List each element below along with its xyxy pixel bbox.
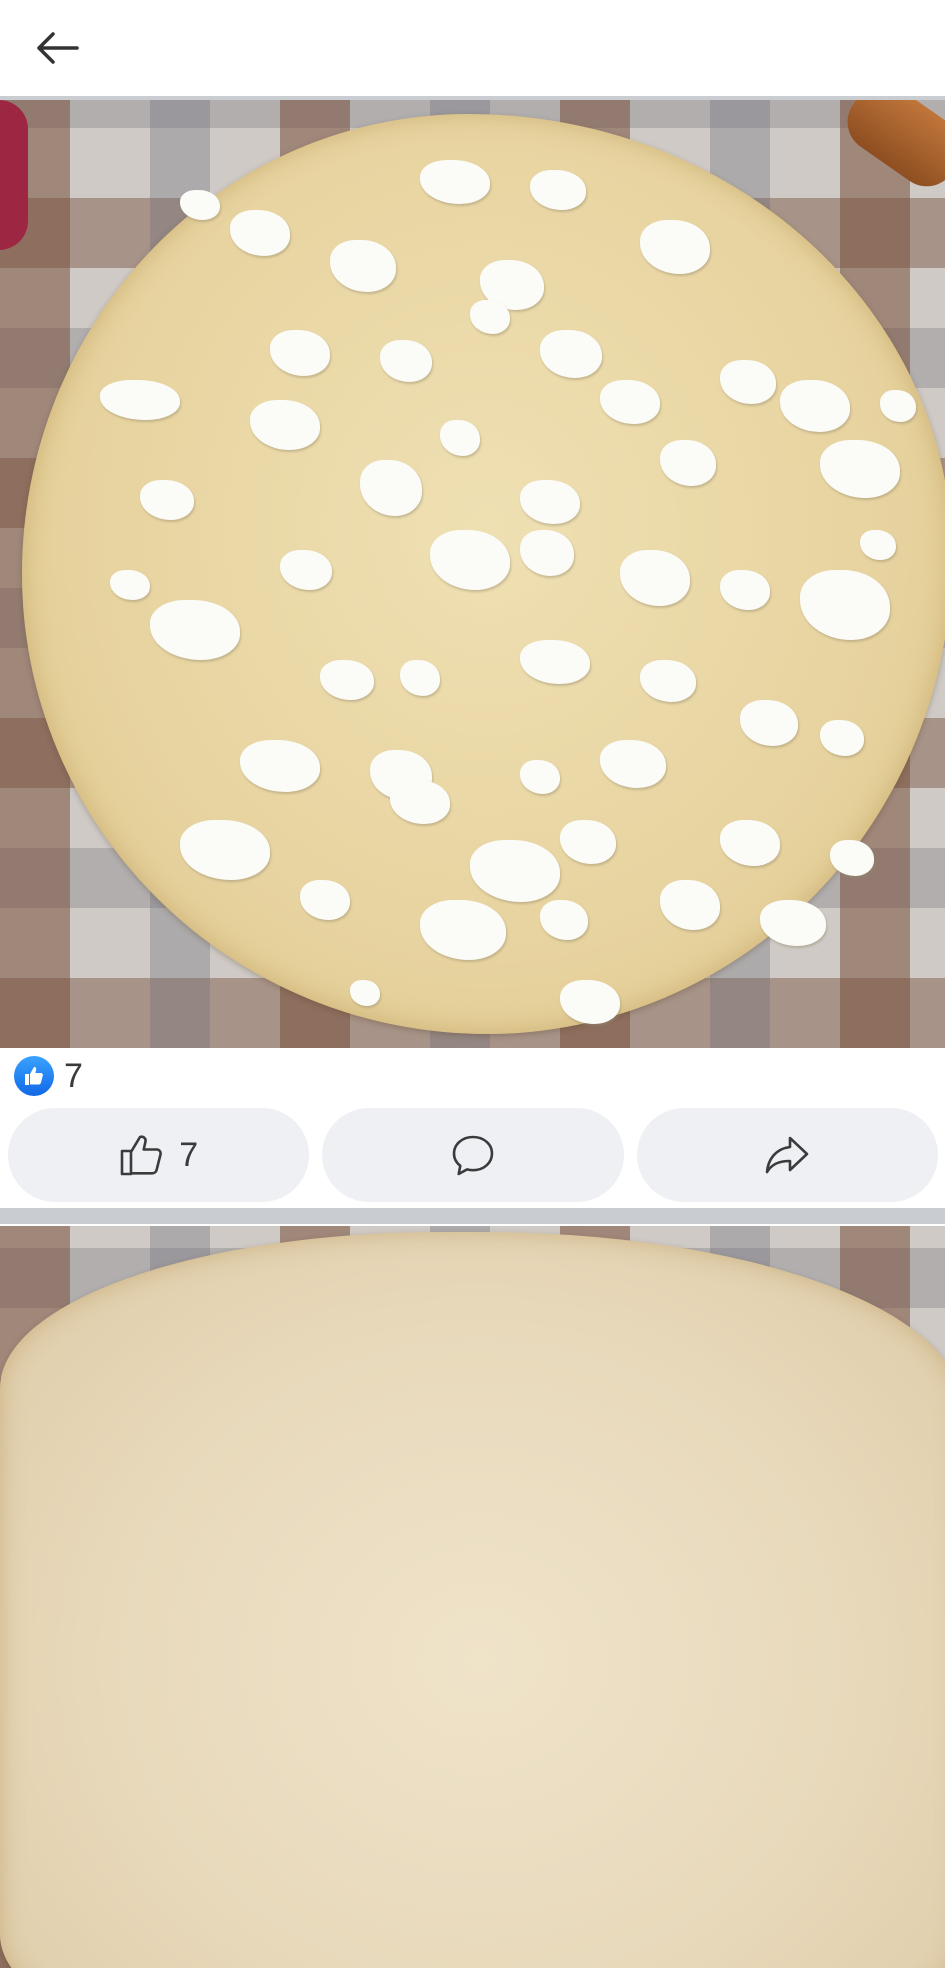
post-photo-dough[interactable]	[0, 1226, 945, 1968]
back-button[interactable]	[22, 20, 92, 76]
like-button[interactable]: 7	[8, 1108, 310, 1202]
like-count: 7	[179, 1135, 199, 1174]
pink-object	[0, 100, 28, 250]
reaction-count: 7	[64, 1056, 83, 1095]
top-bar	[0, 0, 945, 96]
like-icon	[14, 1056, 54, 1096]
reaction-summary[interactable]: 7	[14, 1056, 83, 1096]
post-divider	[0, 1208, 945, 1224]
comment-icon	[452, 1135, 494, 1176]
rolled-dough	[0, 1232, 945, 1968]
thumbs-up-icon	[120, 1135, 163, 1176]
post-photo-dough-with-cheese[interactable]	[0, 100, 945, 1048]
comment-button[interactable]	[322, 1108, 624, 1202]
share-button[interactable]	[636, 1108, 938, 1202]
arrow-left-icon	[37, 32, 79, 64]
post-actions: 7	[8, 1108, 938, 1202]
share-arrow-icon	[766, 1136, 809, 1174]
